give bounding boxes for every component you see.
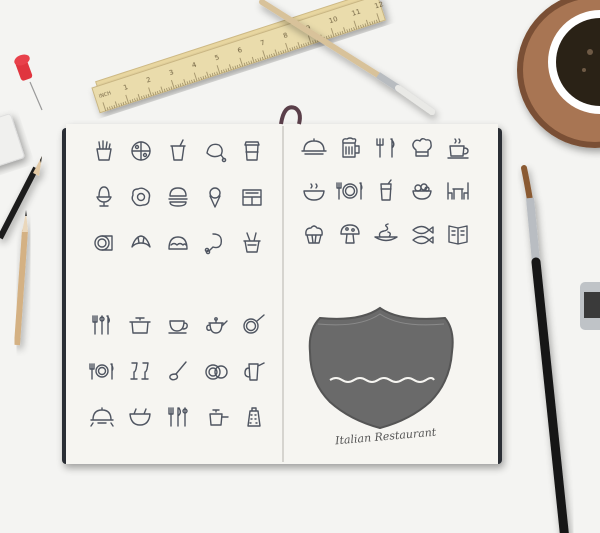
left-page xyxy=(66,124,284,464)
ink-bottle xyxy=(580,282,600,330)
desk-scene: INCH123456789101112 xyxy=(0,0,600,533)
cutlery-set-icon xyxy=(168,407,188,427)
pizza-icon xyxy=(131,141,151,161)
notebook xyxy=(62,124,502,464)
